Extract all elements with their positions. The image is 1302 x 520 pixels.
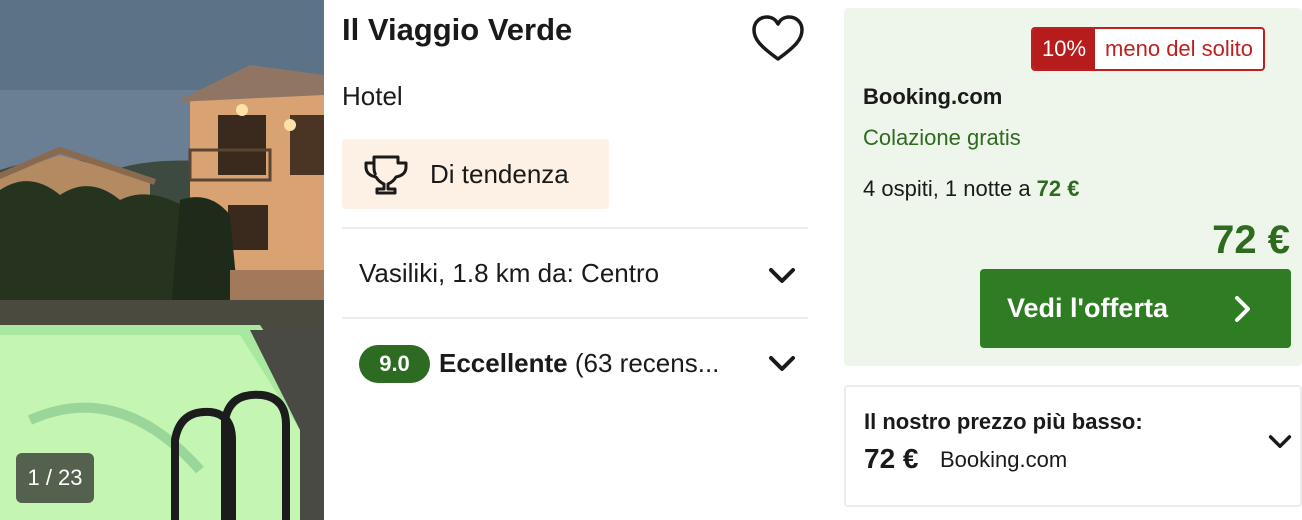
chevron-down-icon [1268,435,1292,448]
lowest-price-panel[interactable]: Il nostro prezzo più basso: 72 € Booking… [844,385,1302,507]
rating-label: Eccellente [439,348,568,378]
discount-badge: 10% meno del solito [1031,27,1266,71]
guests-info: 4 ospiti, 1 notte a 72 € [863,176,1080,202]
trophy-icon [364,155,408,195]
chevron-down-icon [769,268,795,283]
photo-counter: 1 / 23 [16,453,94,503]
view-offer-button[interactable]: Vedi l'offerta [980,269,1291,348]
discount-percent: 10% [1033,29,1096,69]
heart-icon [752,15,804,61]
rating-reviews: (63 recens... [574,348,720,378]
hotel-photo[interactable]: 1 / 23 [0,0,324,520]
hotel-info: Il Viaggio Verde Hotel Di tendenza Vasil… [342,0,808,520]
guests-text: 4 ospiti, 1 notte a [863,176,1037,201]
rating-text: Eccellente (63 recens... [439,348,757,379]
favorite-button[interactable] [750,12,806,66]
rating-row[interactable]: 9.0 Eccellente (63 recens... [342,320,808,408]
hotel-type: Hotel [342,81,403,111]
offer-perk: Colazione gratis [863,125,1021,150]
offer-panel: 10% meno del solito Booking.com Colazion… [844,8,1302,366]
lowest-price-provider: Booking.com [940,447,1068,472]
offer-provider: Booking.com [863,84,1003,109]
hotel-name[interactable]: Il Viaggio Verde [342,12,572,48]
lowest-price-title: Il nostro prezzo più basso: [864,409,1143,434]
lowest-price-value: 72 € [864,443,919,474]
chevron-right-icon [1235,296,1250,322]
view-offer-label: Vedi l'offerta [1007,293,1168,323]
hotel-photo-illustration [0,0,324,520]
offer-price: 72 € [1212,218,1290,262]
rating-score-badge: 9.0 [359,345,430,383]
location-text: Vasiliki, 1.8 km da: Centro [359,258,660,288]
location-row[interactable]: Vasiliki, 1.8 km da: Centro [342,230,808,318]
discount-text: meno del solito [1105,36,1254,61]
trending-label: Di tendenza [430,159,569,189]
guests-price: 72 € [1036,176,1080,201]
trending-badge: Di tendenza [342,139,609,209]
divider [342,227,808,229]
divider [342,317,808,319]
chevron-down-icon [769,356,795,371]
